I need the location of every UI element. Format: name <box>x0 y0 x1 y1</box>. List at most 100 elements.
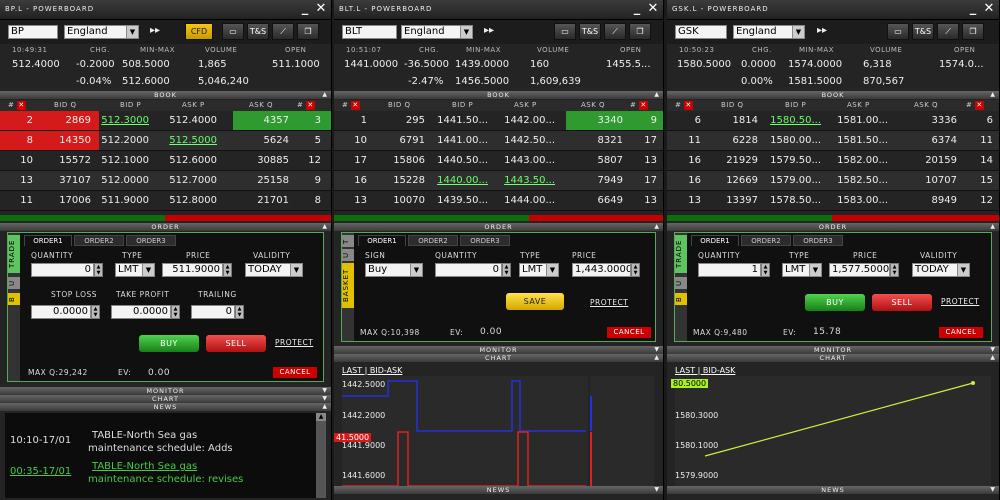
collapse-icon[interactable]: ▲ <box>990 91 996 99</box>
bid-price[interactable]: 1439.50... <box>437 195 488 206</box>
minimize-icon[interactable]: _ <box>630 2 644 16</box>
stop-loss-stepper[interactable]: ▲ ▼ <box>91 305 100 319</box>
take-profit-stepper[interactable]: ▲ ▼ <box>171 305 180 319</box>
tab-order2[interactable]: ORDER2 <box>408 235 458 246</box>
trailing-stepper[interactable]: ▲ ▼ <box>235 305 244 319</box>
news-strip[interactable]: NEWS ▼ <box>667 486 999 494</box>
symbol-input[interactable]: GSK <box>675 25 727 39</box>
book-row[interactable]: 8 14350 512.2000 512.5000 5624 5 <box>0 131 331 151</box>
cancel-button[interactable]: CANCEL <box>939 327 983 338</box>
news-strip[interactable]: NEWS ▲ <box>0 403 331 411</box>
trade-tab[interactable]: TRADE <box>675 235 687 273</box>
windows-icon[interactable]: ❐ <box>629 23 651 40</box>
bid-price[interactable]: 1579.00... <box>770 175 821 186</box>
close-icon[interactable]: ✕ <box>639 101 648 110</box>
expand-icon[interactable]: ▼ <box>990 346 996 354</box>
chart-icon[interactable]: ⟋ <box>937 23 959 40</box>
u-tab[interactable]: U <box>342 249 354 261</box>
collapse-icon[interactable]: ▲ <box>990 354 996 362</box>
ask-price[interactable]: 1583.00... <box>837 195 888 206</box>
ts-button[interactable]: T&S <box>247 23 269 40</box>
ask-price[interactable]: 512.8000 <box>169 195 217 206</box>
price-stepper[interactable]: ▲ ▼ <box>223 263 232 277</box>
price-stepper[interactable]: ▲ ▼ <box>890 263 899 277</box>
close-icon[interactable]: ✕ <box>975 101 984 110</box>
validity-select[interactable]: TODAY ▼ <box>912 263 970 277</box>
collapse-icon[interactable]: ▲ <box>322 403 328 411</box>
forward-icon[interactable]: ▸▸ <box>817 25 827 36</box>
book-row[interactable]: 10 15572 512.1000 512.6000 30885 12 <box>0 151 331 171</box>
u-tab[interactable]: U <box>8 277 20 289</box>
bid-price[interactable]: 1579.50... <box>770 155 821 166</box>
ask-price[interactable]: 512.7000 <box>169 175 217 186</box>
stop-loss-field[interactable]: 0.0000 <box>31 305 91 319</box>
news-strip[interactable]: NEWS ▼ <box>334 486 663 494</box>
book-row[interactable]: 16 21929 1579.50... 1582.00... 20159 14 <box>667 151 999 171</box>
expand-icon[interactable]: ▼ <box>654 486 660 494</box>
close-icon[interactable]: ✕ <box>684 101 693 110</box>
ask-price[interactable]: 512.6000 <box>169 155 217 166</box>
book-row[interactable]: 6 1814 1580.50... 1581.00... 3336 6 <box>667 111 999 131</box>
order-strip[interactable]: ORDER ▲ <box>667 223 999 231</box>
ask-price[interactable]: 1582.00... <box>837 155 888 166</box>
ask-price[interactable]: 1444.00... <box>504 195 555 206</box>
chart-strip[interactable]: CHART ▲ <box>334 354 663 362</box>
cancel-button[interactable]: CANCEL <box>607 327 651 338</box>
ask-price[interactable]: 1443.00... <box>504 155 555 166</box>
ask-price[interactable]: 512.5000 <box>169 135 217 146</box>
quantity-stepper[interactable]: ▲ ▼ <box>94 263 103 277</box>
type-select[interactable]: LMT ▼ <box>519 263 559 277</box>
book-row[interactable]: 11 17006 511.9000 512.8000 21701 8 <box>0 191 331 211</box>
bid-price[interactable]: 512.3000 <box>101 115 149 126</box>
forward-icon[interactable]: ▸▸ <box>150 25 160 36</box>
validity-select[interactable]: TODAY ▼ <box>245 263 303 277</box>
bid-price[interactable]: 1580.00... <box>770 135 821 146</box>
order-strip[interactable]: ORDER ▲ <box>0 223 331 231</box>
ask-price[interactable]: 1442.50... <box>504 135 555 146</box>
collapse-icon[interactable]: ▲ <box>322 91 328 99</box>
close-icon[interactable]: ✕ <box>982 2 996 16</box>
ask-price[interactable]: 1581.00... <box>837 115 888 126</box>
cfd-button[interactable]: CFD <box>185 23 213 40</box>
quantity-stepper[interactable]: ▲ ▼ <box>761 263 770 277</box>
type-select[interactable]: LMT ▼ <box>115 263 155 277</box>
bid-price[interactable]: 1580.50... <box>770 115 821 126</box>
windows-icon[interactable]: ❐ <box>297 23 319 40</box>
chart-icon[interactable]: ⟋ <box>604 23 626 40</box>
buy-button[interactable]: BUY <box>139 335 199 352</box>
take-profit-field[interactable]: 0.0000 <box>111 305 171 319</box>
monitor-icon[interactable]: ▭ <box>554 23 576 40</box>
buy-button[interactable]: BUY <box>805 294 865 311</box>
quantity-field[interactable]: 0 <box>435 263 502 277</box>
quantity-field[interactable]: 0 <box>31 263 94 277</box>
monitor-icon[interactable]: ▭ <box>887 23 909 40</box>
quantity-stepper[interactable]: ▲ ▼ <box>502 263 511 277</box>
expand-icon[interactable]: ▼ <box>322 395 328 403</box>
expand-icon[interactable]: ▼ <box>322 387 328 395</box>
close-icon[interactable]: ✕ <box>646 2 660 16</box>
monitor-strip[interactable]: MONITOR ▼ <box>667 346 999 354</box>
collapse-icon[interactable]: ▲ <box>654 91 660 99</box>
tab-order3[interactable]: ORDER3 <box>793 235 843 246</box>
ask-price[interactable]: 1581.50... <box>837 135 888 146</box>
price-chart[interactable]: 1442.5000 1442.2000 1441.9000 1441.6000 … <box>334 376 588 487</box>
collapse-icon[interactable]: ▲ <box>654 354 660 362</box>
u-tab[interactable]: U <box>675 277 687 289</box>
protect-link[interactable]: PROTECT <box>275 338 313 347</box>
cancel-button[interactable]: CANCEL <box>273 367 317 378</box>
ask-price[interactable]: 512.4000 <box>169 115 217 126</box>
bid-price[interactable]: 512.1000 <box>101 155 149 166</box>
ask-price[interactable]: 1443.50... <box>504 175 555 186</box>
close-icon[interactable]: ✕ <box>306 101 315 110</box>
collapse-icon[interactable]: ▲ <box>990 223 996 231</box>
book-strip[interactable]: BOOK ▲ <box>334 91 663 99</box>
price-chart[interactable]: 80.5000 1580.3000 1580.1000 1579.9000 <box>671 376 991 486</box>
type-select[interactable]: LMT ▼ <box>782 263 822 277</box>
minimize-icon[interactable]: _ <box>966 2 980 16</box>
book-row[interactable]: 17 15806 1440.50... 1443.00... 5807 13 <box>334 151 663 171</box>
tab-order3[interactable]: ORDER3 <box>126 235 176 246</box>
bid-price[interactable]: 1441.00... <box>437 135 488 146</box>
book-row[interactable]: 1 295 1441.50... 1442.00... 3340 9 <box>334 111 663 131</box>
book-row[interactable]: 13 13397 1578.50... 1583.00... 8949 12 <box>667 191 999 211</box>
book-row[interactable]: 11 6228 1580.00... 1581.50... 6374 11 <box>667 131 999 151</box>
